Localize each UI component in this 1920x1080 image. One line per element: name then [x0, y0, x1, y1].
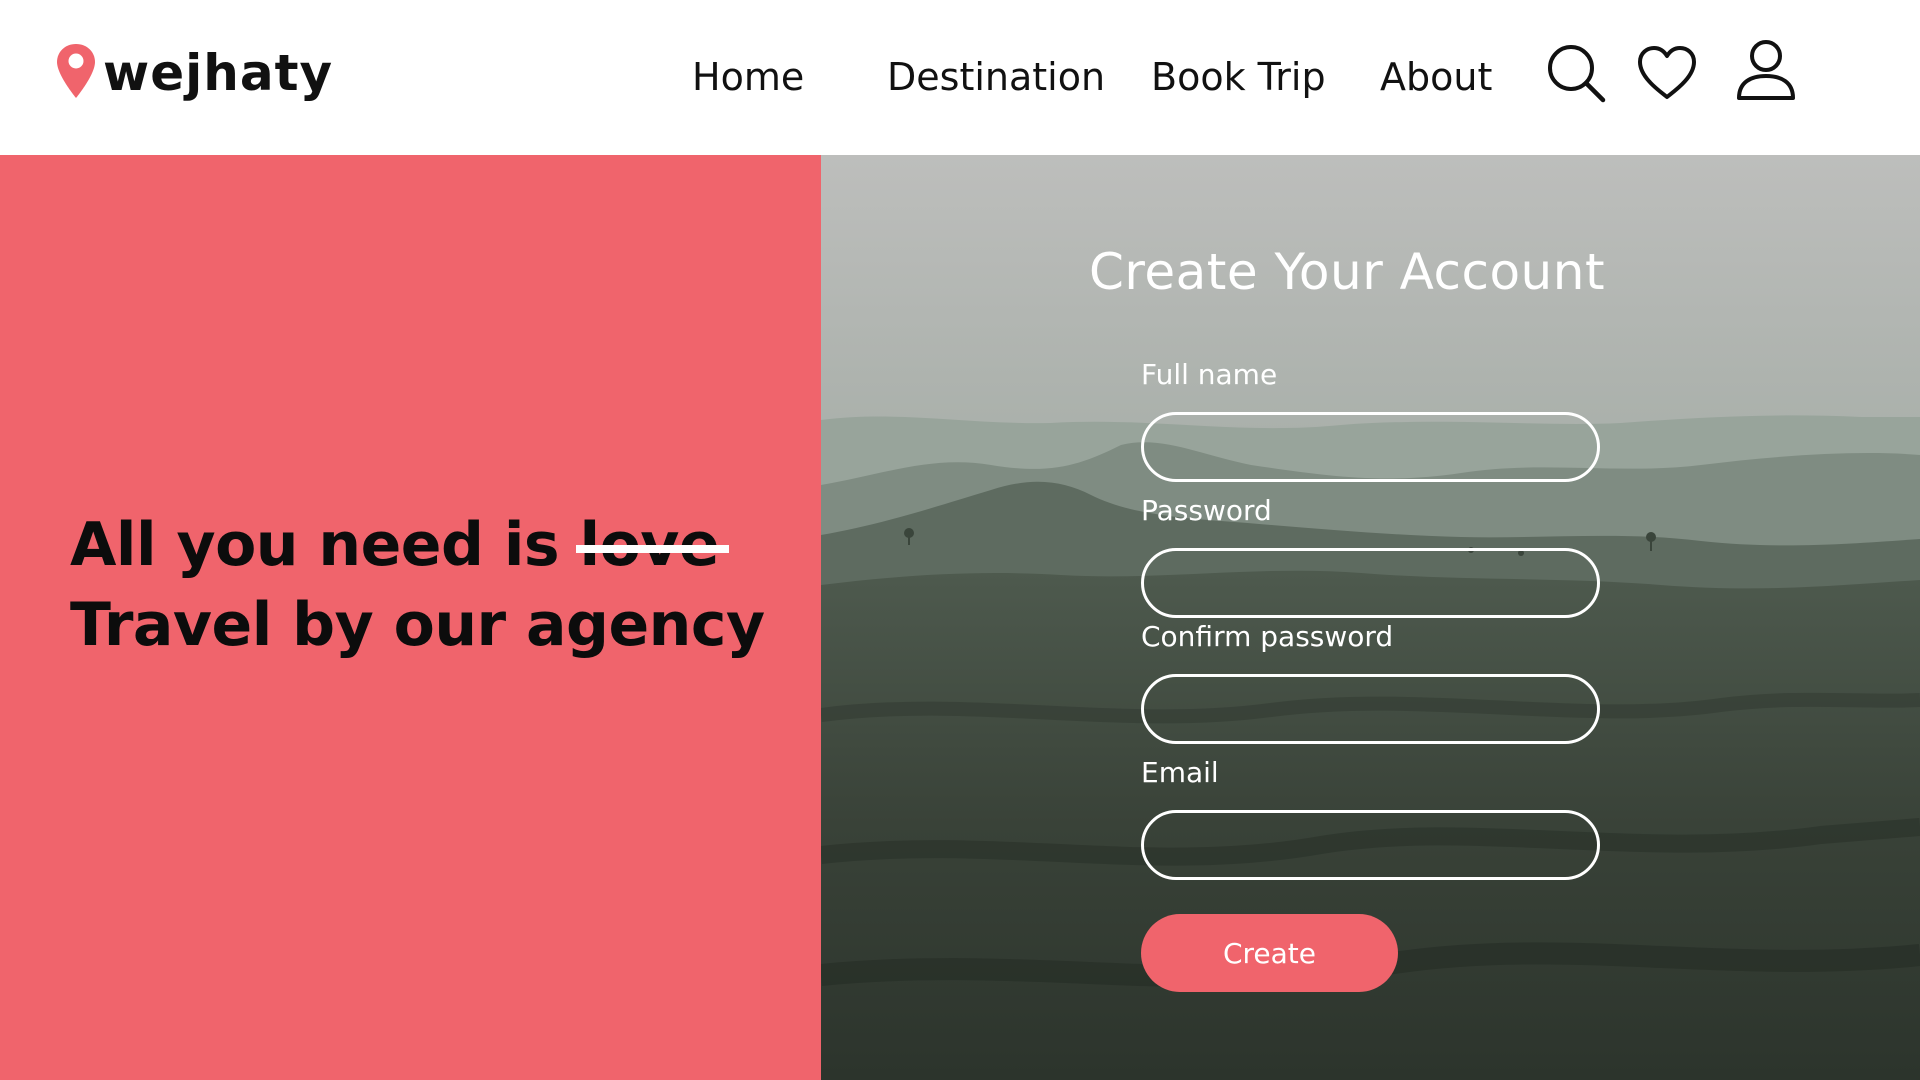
promo-tagline: All you need is love Travel by our agenc…	[70, 505, 765, 665]
search-icon[interactable]	[1545, 42, 1607, 104]
tagline-prefix: All you need is	[70, 510, 580, 580]
tagline-line-1: All you need is love	[70, 505, 765, 585]
nav-book-trip-link[interactable]: Book Trip	[1151, 52, 1326, 102]
location-pin-icon	[57, 44, 95, 98]
full-name-input[interactable]	[1141, 412, 1600, 482]
password-input[interactable]	[1141, 548, 1600, 618]
email-label: Email	[1141, 756, 1219, 789]
heart-icon[interactable]	[1636, 44, 1698, 102]
tagline-line-2: Travel by our agency	[70, 590, 765, 660]
struck-word: love	[575, 505, 729, 585]
confirm-password-input[interactable]	[1141, 674, 1600, 744]
full-name-label: Full name	[1141, 358, 1278, 391]
nav-home-link[interactable]: Home	[692, 52, 804, 102]
top-navbar: wejhaty Home Destination Book Trip About	[0, 0, 1920, 155]
form-title: Create Your Account	[1089, 243, 1606, 301]
user-icon[interactable]	[1735, 38, 1797, 102]
nav-destination-link[interactable]: Destination	[887, 52, 1105, 102]
brand-name: wejhaty	[103, 44, 334, 102]
confirm-password-label: Confirm password	[1141, 620, 1394, 653]
password-label: Password	[1141, 494, 1272, 527]
signup-section: Create Your Account Full name Password C…	[821, 155, 1920, 1080]
create-account-button[interactable]: Create	[1141, 914, 1398, 992]
promo-panel: All you need is love Travel by our agenc…	[0, 155, 821, 1080]
nav-about-link[interactable]: About	[1380, 52, 1492, 102]
brand-logo[interactable]: wejhaty	[55, 42, 333, 112]
email-input[interactable]	[1141, 810, 1600, 880]
